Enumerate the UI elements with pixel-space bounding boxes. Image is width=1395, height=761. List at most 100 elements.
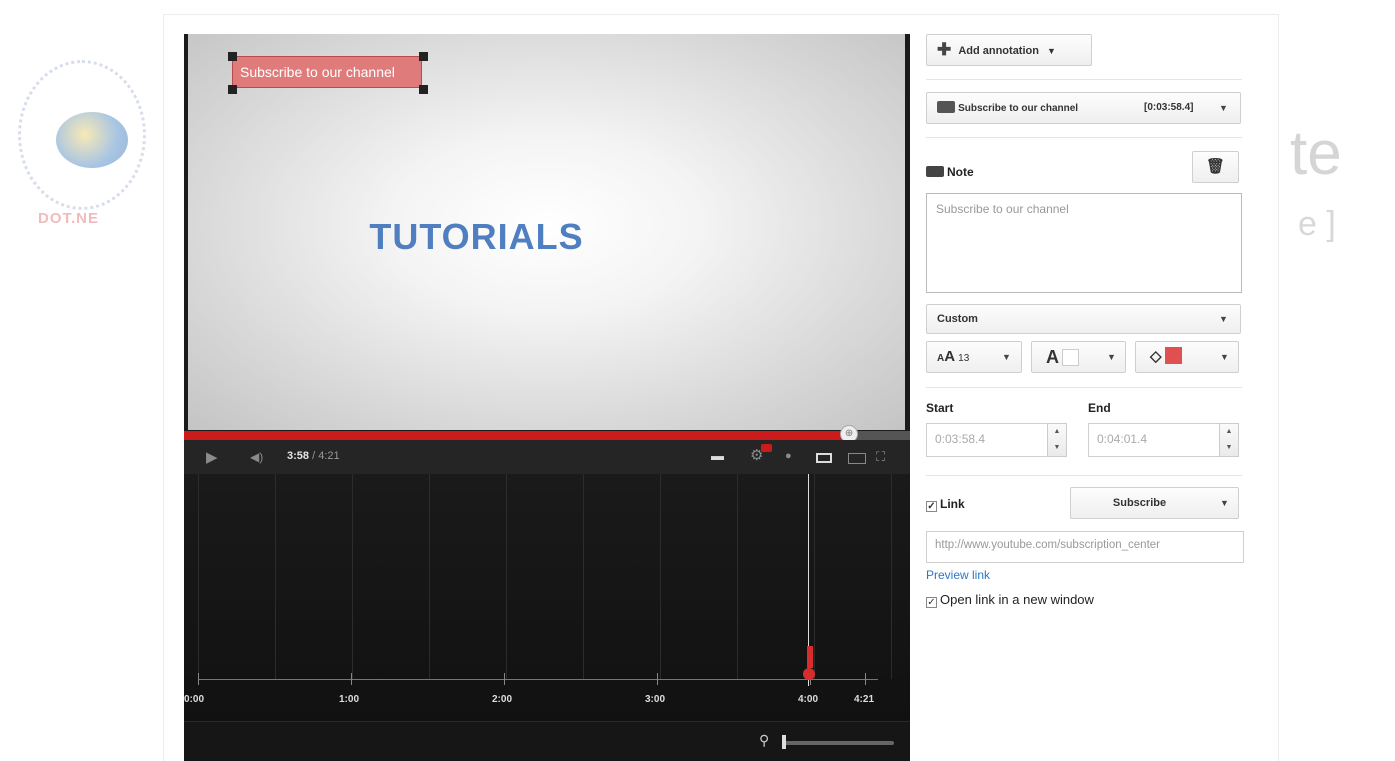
- background-color-swatch: [1164, 347, 1182, 364]
- style-select[interactable]: Custom ▼: [926, 304, 1241, 334]
- timeline-tick: [198, 673, 199, 685]
- start-time-stepper[interactable]: ▲ ▼: [1047, 423, 1067, 457]
- progress-bar[interactable]: ⊕: [184, 425, 910, 443]
- open-new-window-label: Open link in a new window: [940, 592, 1094, 607]
- link-url-input[interactable]: http://www.youtube.com/subscription_cent…: [926, 531, 1244, 563]
- start-label: Start: [926, 401, 954, 415]
- timeline-tick: [504, 673, 505, 685]
- plus-icon: ✚: [937, 40, 952, 59]
- link-checkbox-mark[interactable]: ✓: [926, 501, 937, 512]
- annotation-select[interactable]: Subscribe to our channel [0:03:58.4] ▼: [926, 92, 1241, 124]
- timeline-tick-label: 4:21: [854, 694, 875, 705]
- timeline-gridline: [198, 474, 199, 679]
- timeline-gridline: [737, 474, 738, 679]
- chevron-down-icon: ▼: [1219, 103, 1228, 113]
- text-color-swatch: [1062, 349, 1080, 366]
- play-icon[interactable]: ▶: [206, 448, 218, 466]
- screen: DOT.NE te e ] TUTORIALS Subscribe to our…: [0, 0, 1395, 761]
- font-size-select[interactable]: AA 13 ▼: [926, 341, 1022, 373]
- timeline-zoom-bar: ⚲: [184, 721, 910, 761]
- delete-annotation-button[interactable]: 🗑: [1192, 151, 1239, 183]
- link-type-value: Subscribe: [1112, 497, 1167, 509]
- timeline-tick-label: 2:00: [492, 694, 513, 705]
- resize-handle-bottom-left[interactable]: [228, 85, 237, 94]
- link-checkbox[interactable]: ✓ Link: [926, 497, 965, 512]
- playhead-handle[interactable]: [803, 668, 815, 680]
- end-time-input[interactable]: 0:04:01.4: [1088, 423, 1239, 457]
- text-color-select[interactable]: A ▼: [1031, 341, 1126, 373]
- player-controls: ▶ ◀) 3:58 / 4:21 ▬ ⚙ ● ⛶: [184, 440, 910, 474]
- timeline-tick-label: 4:00: [798, 694, 819, 705]
- annotation-text-input[interactable]: Subscribe to our channel: [926, 193, 1242, 293]
- time-current: 3:58: [287, 450, 310, 462]
- note-label: Note: [947, 165, 974, 179]
- timeline-gridline: [352, 474, 353, 679]
- add-annotation-label: Add annotation: [958, 45, 1039, 57]
- link-type-select[interactable]: Subscribe ▼: [1070, 487, 1239, 519]
- chevron-down-icon: ▼: [1220, 352, 1229, 362]
- font-size-value: 13: [958, 353, 970, 364]
- note-type-label: Note: [926, 165, 974, 179]
- annotations-icon[interactable]: ▬: [711, 448, 724, 463]
- chevron-down-icon: ▼: [1220, 498, 1229, 508]
- note-icon: [926, 166, 944, 177]
- annotation-select-time: [0:03:58.4]: [1144, 102, 1194, 113]
- paint-bucket-icon: ◇: [1150, 348, 1162, 365]
- trash-icon: 🗑: [1205, 158, 1226, 175]
- end-time-stepper[interactable]: ▲ ▼: [1219, 423, 1239, 457]
- progress-fill: [184, 431, 850, 440]
- chevron-down-icon: ▼: [1107, 352, 1116, 362]
- timeline-tick-label: 3:00: [645, 694, 666, 705]
- timeline-gridline: [814, 474, 815, 679]
- timeline-tick-label: 0:00: [184, 694, 205, 705]
- zoom-slider-thumb[interactable]: [782, 735, 786, 749]
- annotation-timeline[interactable]: 0:00 1:00 2:00 3:00 4:00 4:21: [184, 474, 910, 721]
- timeline-gridline: [429, 474, 430, 679]
- open-new-window-checkbox-mark[interactable]: ✓: [926, 597, 937, 608]
- style-select-value: Custom: [937, 313, 978, 325]
- chevron-down-icon: ▼: [1219, 314, 1228, 324]
- zoom-slider[interactable]: [784, 741, 894, 745]
- annotation-select-name: Subscribe to our channel: [958, 103, 1079, 114]
- large-player-icon[interactable]: [848, 453, 866, 464]
- timeline-gridline: [660, 474, 661, 679]
- divider: [926, 79, 1242, 80]
- resize-handle-top-right[interactable]: [419, 52, 428, 61]
- resize-handle-top-left[interactable]: [228, 52, 237, 61]
- chevron-down-icon: ▼: [1047, 46, 1056, 56]
- time-display: 3:58 / 4:21: [287, 450, 340, 462]
- timeline-axis: [198, 679, 878, 680]
- start-time-input[interactable]: 0:03:58.4: [926, 423, 1067, 457]
- divider: [926, 137, 1242, 138]
- video-area[interactable]: TUTORIALS Subscribe to our channel: [188, 34, 905, 430]
- watermark-logo: DOT.NE: [8, 60, 156, 240]
- timeline-tick-label: 1:00: [339, 694, 360, 705]
- timeline-gridline: [275, 474, 276, 679]
- timeline-gridline: [506, 474, 507, 679]
- watermark-logo-text: DOT.NE: [38, 210, 100, 227]
- annotation-marker[interactable]: [807, 646, 813, 668]
- end-label: End: [1088, 401, 1111, 415]
- timeline-tick: [865, 673, 866, 685]
- watermark-text-small: e ]: [1298, 205, 1336, 243]
- text-color-letter: A: [1046, 347, 1059, 367]
- annotation-note-box[interactable]: Subscribe to our channel: [232, 56, 422, 88]
- font-size-icon: AA: [937, 348, 956, 365]
- timeline-gridline: [891, 474, 892, 679]
- timeline-tick: [657, 673, 658, 685]
- preview-link[interactable]: Preview link: [926, 568, 990, 582]
- watermark-text-large: te: [1290, 119, 1342, 188]
- open-new-window-checkbox[interactable]: ✓ Open link in a new window: [926, 592, 1094, 608]
- divider: [926, 387, 1242, 388]
- background-color-select[interactable]: ◇ ▼: [1135, 341, 1239, 373]
- cc-icon[interactable]: ●: [785, 450, 792, 462]
- resize-handle-bottom-right[interactable]: [419, 85, 428, 94]
- hd-badge-icon: [761, 444, 772, 452]
- small-player-icon[interactable]: [816, 453, 832, 463]
- link-label: Link: [940, 497, 965, 511]
- add-annotation-button[interactable]: ✚ Add annotation ▼: [926, 34, 1092, 66]
- timeline-tick: [351, 673, 352, 685]
- fullscreen-icon[interactable]: ⛶: [876, 449, 885, 465]
- volume-icon[interactable]: ◀): [250, 450, 263, 464]
- timeline-gridline: [583, 474, 584, 679]
